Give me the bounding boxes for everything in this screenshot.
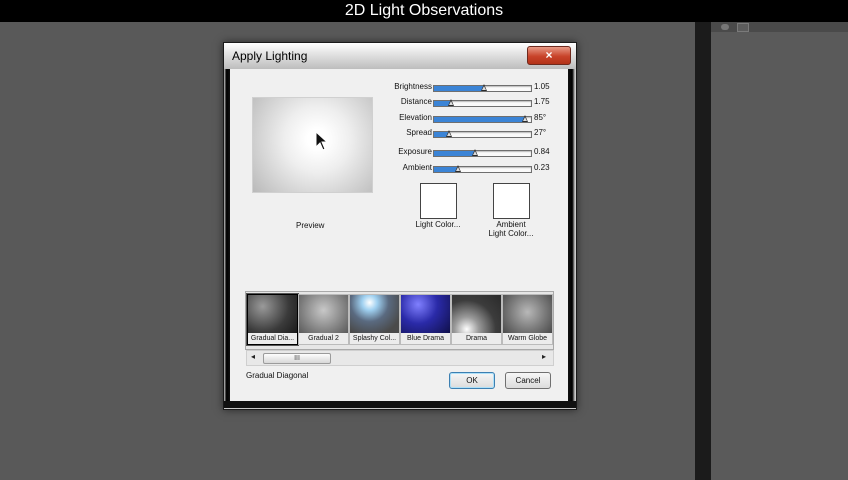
mouse-cursor-icon xyxy=(315,131,329,151)
slider-thumb-icon[interactable] xyxy=(446,130,452,137)
slider-label-brightness: Brightness xyxy=(394,82,432,91)
cancel-button[interactable]: Cancel xyxy=(505,372,551,389)
ambient-color-label-line2: Light Color... xyxy=(488,229,534,238)
preset-texture xyxy=(350,295,399,333)
side-panel-header xyxy=(711,22,848,32)
slider-thumb-icon[interactable] xyxy=(472,149,478,156)
ambient-color-swatch[interactable] xyxy=(493,183,530,219)
slider-right-arrow-icon[interactable] xyxy=(526,117,531,122)
slider-label-distance: Distance xyxy=(400,97,432,106)
ambient-color-label-line1: Ambient xyxy=(496,220,526,229)
preview-label: Preview xyxy=(296,221,325,230)
preset-name: Warm Globe xyxy=(503,333,552,344)
preset-texture xyxy=(503,295,552,333)
slider-value-ambient: 0.23 xyxy=(534,163,550,172)
slider-fill xyxy=(434,151,475,156)
dialog-client-area: Preview Brightness 1.05 Distance 1.75 Elevat… xyxy=(230,69,568,401)
video-title: 2D Light Observations xyxy=(344,2,504,19)
slider-left-arrow-icon[interactable] xyxy=(434,151,439,156)
close-button[interactable]: × xyxy=(527,46,571,65)
preset-thumbnail[interactable]: Warm Globe xyxy=(502,294,553,345)
preset-name: Splashy Col... xyxy=(350,333,399,344)
dialog-title: Apply Lighting xyxy=(232,49,308,63)
slider-thumb-icon[interactable] xyxy=(448,99,454,106)
dialog-frame-bottom xyxy=(224,401,576,408)
slider-fill xyxy=(434,86,484,91)
slider-left-arrow-icon[interactable] xyxy=(434,132,439,137)
slider-fill xyxy=(434,117,525,122)
slider-label-ambient: Ambient xyxy=(402,163,432,172)
preset-scrollbar[interactable]: ◂ III ▸ xyxy=(246,350,554,366)
panel-toggle-icon[interactable] xyxy=(721,24,729,30)
preset-thumbnail-strip: Gradual Dia... Gradual 2 Splashy Col... Blu… xyxy=(245,291,554,350)
dialog-frame-right xyxy=(568,69,575,407)
preset-texture xyxy=(248,295,297,333)
preset-name: Gradual 2 xyxy=(299,333,348,344)
preset-thumbnail[interactable]: Drama xyxy=(451,294,502,345)
slider-right-arrow-icon[interactable] xyxy=(526,151,531,156)
slider-value-spread: 27° xyxy=(534,128,547,137)
preset-name: Drama xyxy=(452,333,501,344)
panel-divider xyxy=(695,22,711,480)
slider-value-distance: 1.75 xyxy=(534,97,550,106)
slider-ambient[interactable] xyxy=(433,165,532,173)
preset-name: Blue Drama xyxy=(401,333,450,344)
video-title-bar: 2D Light Observations xyxy=(0,0,848,22)
slider-label-exposure: Exposure xyxy=(398,147,432,156)
slider-right-arrow-icon[interactable] xyxy=(526,86,531,91)
panel-menu-icon[interactable] xyxy=(737,23,749,32)
slider-thumb-icon[interactable] xyxy=(455,165,461,172)
scroll-right-arrow-icon[interactable]: ▸ xyxy=(542,352,546,361)
slider-value-elevation: 85° xyxy=(534,113,547,122)
slider-thumb-icon[interactable] xyxy=(481,84,487,91)
preset-thumbnail[interactable]: Gradual Dia... xyxy=(246,293,299,346)
slider-right-arrow-icon[interactable] xyxy=(526,101,531,106)
light-color-label: Light Color... xyxy=(415,220,461,229)
selected-preset-name: Gradual Diagonal xyxy=(246,371,309,380)
preset-thumbnail[interactable]: Gradual 2 xyxy=(298,294,349,345)
slider-distance[interactable] xyxy=(433,99,532,107)
ok-button[interactable]: OK xyxy=(449,372,495,389)
apply-lighting-dialog: Apply Lighting × Preview Brightness 1.05 D… xyxy=(223,42,577,410)
slider-label-elevation: Elevation xyxy=(399,113,432,122)
scroll-left-arrow-icon[interactable]: ◂ xyxy=(251,352,255,361)
slider-left-arrow-icon[interactable] xyxy=(434,167,439,172)
slider-value-exposure: 0.84 xyxy=(534,147,550,156)
preset-texture xyxy=(401,295,450,333)
slider-exposure[interactable] xyxy=(433,149,532,157)
slider-right-arrow-icon[interactable] xyxy=(526,132,531,137)
lighting-preview[interactable] xyxy=(252,97,373,193)
slider-elevation[interactable] xyxy=(433,115,532,123)
dialog-titlebar[interactable]: Apply Lighting × xyxy=(224,43,576,69)
preset-thumbnail[interactable]: Splashy Col... xyxy=(349,294,400,345)
light-color-swatch[interactable] xyxy=(420,183,457,219)
slider-label-spread: Spread xyxy=(406,128,432,137)
slider-right-arrow-icon[interactable] xyxy=(526,167,531,172)
slider-left-arrow-icon[interactable] xyxy=(434,101,439,106)
preset-name: Gradual Dia... xyxy=(248,333,297,344)
slider-left-arrow-icon[interactable] xyxy=(434,117,439,122)
slider-spread[interactable] xyxy=(433,130,532,138)
preset-thumbnail[interactable]: Blue Drama xyxy=(400,294,451,345)
scrollbar-thumb[interactable]: III xyxy=(263,353,331,364)
slider-brightness[interactable] xyxy=(433,84,532,92)
slider-left-arrow-icon[interactable] xyxy=(434,86,439,91)
preset-texture xyxy=(299,295,348,333)
side-panel xyxy=(711,22,848,480)
preset-texture xyxy=(452,295,501,333)
slider-value-brightness: 1.05 xyxy=(534,82,550,91)
ambient-color-label: Ambient Light Color... xyxy=(482,220,540,238)
